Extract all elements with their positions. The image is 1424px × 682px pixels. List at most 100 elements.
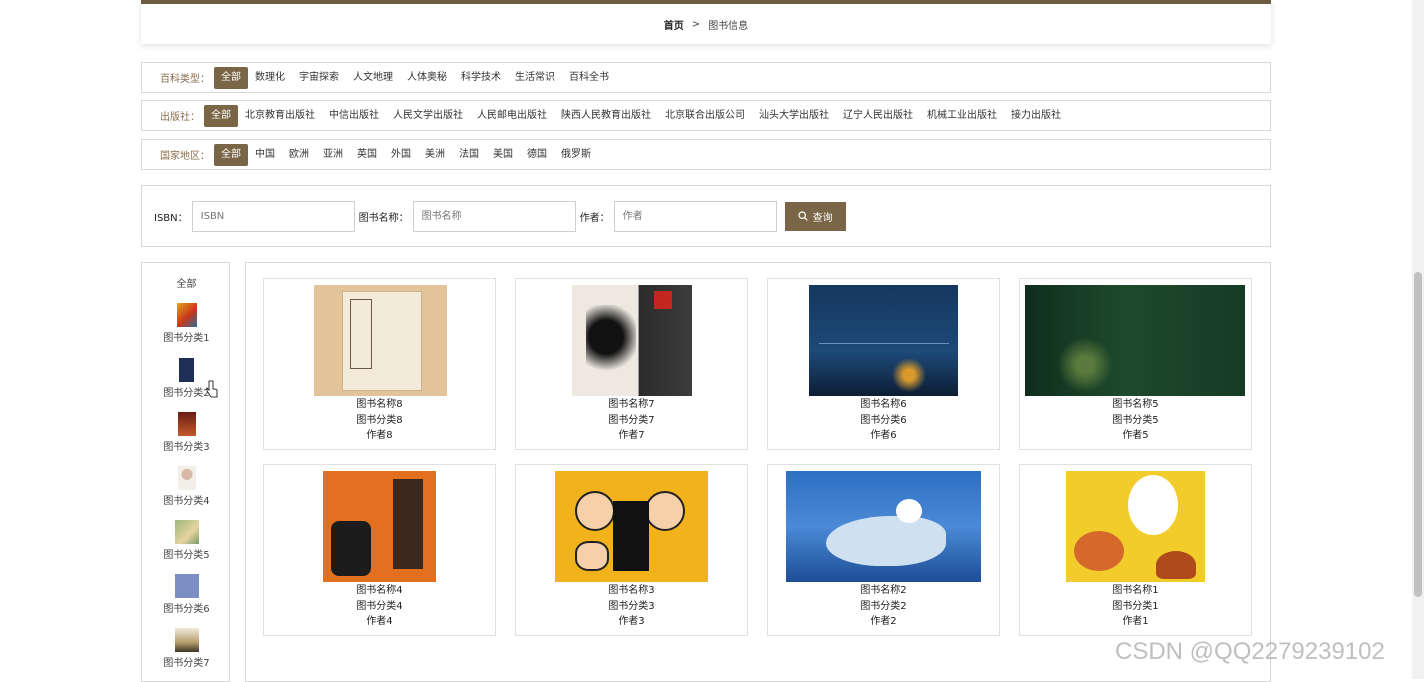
book-name: 图书名称8 [356,399,403,410]
filter-option[interactable]: 人体奥秘 [400,67,454,89]
book-category: 图书分类2 [860,600,907,612]
sidebar-item-label: 图书分类4 [163,496,210,507]
search-button[interactable]: 查询 [784,201,846,231]
filter-option[interactable]: 汕头大学出版社 [752,105,836,127]
filter-option[interactable]: 生活常识 [508,67,562,89]
book-author: 作者8 [366,430,393,441]
sidebar-item-label: 图书分类7 [163,658,210,669]
filter-option[interactable]: 宇宙探索 [292,67,346,89]
sidebar-item-category-7[interactable]: 图书分类7 [142,628,231,669]
filter-option[interactable]: 亚洲 [316,144,350,166]
filter-option[interactable]: 全部 [214,143,248,166]
book-author: 作者2 [870,616,897,627]
filter-option[interactable]: 人文地理 [346,67,400,89]
category-thumbnail [176,303,197,327]
filter-option[interactable]: 人民文学出版社 [386,105,470,127]
book-name: 图书名称3 [608,585,655,596]
breadcrumb: 首页 > 图书信息 [141,0,1271,44]
book-author: 作者5 [1122,430,1149,441]
filter-option[interactable]: 法国 [452,144,486,166]
sidebar-item-label: 图书分类1 [163,333,210,344]
filter-label: 百科类型： [160,74,210,85]
filter-option[interactable]: 外国 [384,144,418,166]
isbn-input[interactable] [191,200,355,232]
book-author: 作者6 [870,430,897,441]
filter-option[interactable]: 辽宁人民出版社 [836,105,920,127]
filter-option[interactable]: 北京联合出版公司 [658,105,752,127]
book-card[interactable]: 图书名称7 图书分类7 作者7 [515,278,748,450]
filter-encyclopedia-type: 百科类型： 全部 数理化 宇宙探索 人文地理 人体奥秘 科学技术 生活常识 百科全书 [141,62,1271,93]
book-category: 图书分类3 [608,600,655,612]
category-thumbnail [174,574,199,598]
book-author: 作者7 [618,430,645,441]
book-card[interactable]: 图书名称5 图书分类5 作者5 [1019,278,1252,450]
filter-option[interactable]: 百科全书 [562,67,616,89]
breadcrumb-separator: > [691,18,701,30]
filter-option[interactable]: 陕西人民教育出版社 [554,105,658,127]
book-name: 图书名称5 [1112,399,1159,410]
filter-option[interactable]: 欧洲 [282,144,316,166]
filter-option[interactable]: 中信出版社 [322,105,386,127]
filter-option[interactable]: 接力出版社 [1004,105,1068,127]
book-cover [1066,471,1205,582]
filter-label: 出版社： [160,112,200,123]
breadcrumb-current: 图书信息 [708,20,749,32]
filter-option[interactable]: 数理化 [248,67,292,89]
filter-option[interactable]: 中国 [248,144,282,166]
category-thumbnail [177,466,196,490]
book-name-label: 图书名称： [358,212,409,224]
book-cover [314,285,447,396]
filter-option[interactable]: 德国 [520,144,554,166]
book-card[interactable]: 图书名称1 图书分类1 作者1 [1019,464,1252,636]
filter-option[interactable]: 全部 [214,66,248,89]
sidebar-item-category-3[interactable]: 图书分类3 [142,412,231,453]
filter-option[interactable]: 英国 [350,144,384,166]
book-cover [323,471,436,582]
isbn-label: ISBN： [154,212,188,224]
book-card[interactable]: 图书名称8 图书分类8 作者8 [263,278,496,450]
book-cover [1025,285,1245,396]
book-name-input[interactable] [412,200,576,232]
category-thumbnail [177,412,196,436]
sidebar-item-category-1[interactable]: 图书分类1 [142,303,231,344]
breadcrumb-home-link[interactable]: 首页 [664,17,684,32]
book-card[interactable]: 图书名称6 图书分类6 作者6 [767,278,1000,450]
filter-option[interactable]: 北京教育出版社 [238,105,322,127]
author-input[interactable] [613,200,777,232]
book-category: 图书分类1 [1112,600,1159,612]
sidebar-item-category-4[interactable]: 图书分类4 [142,466,231,507]
filter-publisher: 出版社： 全部 北京教育出版社 中信出版社 人民文学出版社 人民邮电出版社 陕西人民教育出版… [141,100,1271,131]
book-name: 图书名称2 [860,585,907,596]
filter-option[interactable]: 人民邮电出版社 [470,105,554,127]
book-category: 图书分类6 [860,414,907,426]
search-bar: ISBN： 图书名称： 作者： 查询 [141,185,1271,247]
book-cover [809,285,958,396]
sidebar-item-category-5[interactable]: 图书分类5 [142,520,231,561]
book-author: 作者3 [618,616,645,627]
book-name: 图书名称6 [860,399,907,410]
sidebar-item-label: 图书分类3 [163,442,210,453]
sidebar-item-all[interactable]: 全部 [142,275,231,290]
filter-option[interactable]: 美洲 [418,144,452,166]
book-card[interactable]: 图书名称3 图书分类3 作者3 [515,464,748,636]
book-card[interactable]: 图书名称2 图书分类2 作者2 [767,464,1000,636]
category-thumbnail [179,358,194,382]
sidebar-item-label: 图书分类5 [163,550,210,561]
page-scrollbar[interactable] [1412,0,1424,679]
book-category: 图书分类8 [356,414,403,426]
sidebar-item-category-6[interactable]: 图书分类6 [142,574,231,615]
book-card[interactable]: 图书名称4 图书分类4 作者4 [263,464,496,636]
book-author: 作者4 [366,616,393,627]
book-category: 图书分类5 [1112,414,1159,426]
filter-option[interactable]: 机械工业出版社 [920,105,1004,127]
search-icon [798,211,808,221]
filter-option[interactable]: 美国 [486,144,520,166]
book-category: 图书分类4 [356,600,403,612]
filter-option[interactable]: 俄罗斯 [554,144,598,166]
book-name: 图书名称4 [356,585,403,596]
filter-option[interactable]: 全部 [204,104,238,127]
category-thumbnail [174,520,199,544]
filter-option[interactable]: 科学技术 [454,67,508,89]
scrollbar-thumb[interactable] [1414,272,1422,597]
category-thumbnail [174,628,199,652]
